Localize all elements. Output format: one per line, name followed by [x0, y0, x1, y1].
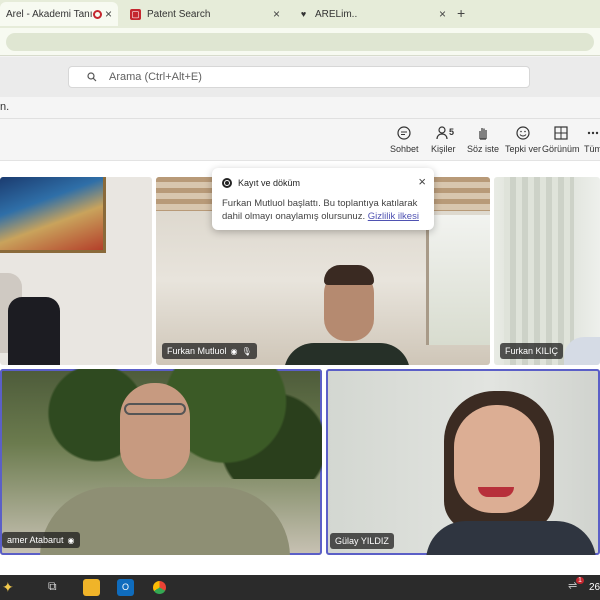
close-icon[interactable]: ×	[418, 174, 426, 189]
participant-name-tag: Gülay YILDIZ	[330, 533, 394, 549]
control-label: Görünüm	[542, 144, 580, 154]
meeting-controls: Sohbet 5 Kişiler Söz iste Tepki ver Görü…	[0, 119, 600, 161]
participant-name-tag: Furkan Mutluol ◉ 🎙︎	[162, 343, 257, 359]
painting	[0, 177, 106, 253]
outlook-icon[interactable]: O	[117, 579, 134, 596]
mic-off-icon: 🎙︎	[241, 346, 252, 356]
task-view-icon[interactable]: ⧉	[48, 579, 65, 596]
tab-arel-akademi[interactable]: Arel - Akademi Tanışma ×	[0, 2, 118, 26]
react-icon	[516, 126, 530, 140]
notification-badge: 1	[576, 577, 584, 584]
view-icon	[554, 126, 568, 140]
tab-title: Patent Search	[147, 8, 211, 20]
tab-close-icon[interactable]: ×	[105, 7, 112, 21]
view-button[interactable]: Görünüm	[542, 125, 580, 154]
person-hair	[324, 265, 374, 285]
control-label: Tepki ver	[505, 144, 542, 154]
recording-icon	[93, 9, 102, 19]
chrome-icon[interactable]	[151, 579, 168, 596]
video-tile-amer-atabarut[interactable]: amer Atabarut ◉	[0, 369, 322, 555]
browser-tab-strip: Arel - Akademi Tanışma × ▢ Patent Search…	[0, 0, 600, 28]
people-count: 5	[449, 127, 455, 137]
control-label: Kişiler	[431, 144, 456, 154]
tab-close-icon[interactable]: ×	[273, 7, 280, 21]
participant-name: Gülay YILDIZ	[335, 536, 389, 546]
popup-title: Kayıt ve döküm	[238, 178, 301, 188]
recording-notice-popup: Kayıt ve döküm × Furkan Mutluol başlattı…	[212, 168, 434, 230]
privacy-policy-link[interactable]: Gizlilik ilkesi	[368, 211, 419, 222]
participant-name: Furkan Mutluol	[167, 346, 227, 356]
curtain	[504, 177, 574, 365]
control-label: Sohbet	[390, 144, 419, 154]
tab-arelim[interactable]: ♥ ARELim.. ×	[292, 2, 452, 26]
meeting-title: n.	[0, 101, 10, 113]
glasses	[124, 403, 186, 415]
clock: 26	[589, 582, 600, 593]
participant-name-tag: amer Atabarut ◉	[2, 532, 80, 548]
video-tile-top-left[interactable]	[0, 177, 152, 365]
new-tab-button[interactable]: +	[457, 5, 465, 21]
person-smile	[478, 487, 514, 497]
windows-taskbar: ✦ ⧉ O ⇌ 1 26	[0, 575, 600, 600]
heart-favicon-icon: ♥	[300, 9, 307, 19]
address-bar[interactable]	[6, 33, 594, 51]
people-button[interactable]: 5 Kişiler	[431, 125, 456, 154]
more-button[interactable]: Tüm	[584, 125, 600, 154]
raise-hand-button[interactable]: Söz iste	[467, 125, 499, 154]
tab-close-icon[interactable]: ×	[439, 7, 446, 21]
patent-favicon-icon: ▢	[130, 8, 141, 20]
chat-button[interactable]: Sohbet	[390, 125, 419, 154]
person-body	[284, 343, 410, 365]
search-placeholder: Arama (Ctrl+Alt+E)	[109, 71, 202, 83]
tab-patent-search[interactable]: ▢ Patent Search ×	[124, 2, 286, 26]
person-body	[426, 521, 596, 555]
person-head	[120, 383, 190, 479]
copilot-sparkle-icon[interactable]: ✦	[2, 579, 19, 596]
record-icon	[222, 178, 232, 188]
react-button[interactable]: Tepki ver	[505, 125, 541, 154]
shield-icon: ◉	[230, 346, 238, 356]
participant-name: Furkan KILIÇ	[505, 346, 559, 356]
popup-body: Furkan Mutluol başlattı. Bu toplantıya k…	[222, 197, 427, 223]
shield-icon: ◉	[67, 535, 75, 545]
chat-icon	[397, 126, 411, 140]
popup-header: Kayıt ve döküm	[222, 178, 300, 188]
participant-name: amer Atabarut	[7, 535, 64, 545]
tab-title: Arel - Akademi Tanışma	[6, 8, 92, 20]
more-icon	[587, 131, 599, 135]
control-label: Söz iste	[467, 144, 500, 154]
meeting-title-bar: n.	[0, 97, 600, 119]
teams-title-bar: Arama (Ctrl+Alt+E)	[0, 57, 600, 97]
control-label: Tüm	[584, 144, 600, 154]
raise-hand-icon	[479, 128, 487, 140]
video-tile-furkan-kilic[interactable]: Furkan KILIÇ	[494, 177, 600, 365]
search-icon	[87, 72, 97, 82]
window	[426, 215, 490, 345]
participant-name-tag: Furkan KILIÇ	[500, 343, 564, 359]
tab-title: ARELim..	[315, 8, 358, 20]
chair-shape	[8, 297, 60, 365]
search-input[interactable]: Arama (Ctrl+Alt+E)	[68, 66, 530, 88]
video-tile-gulay-yildiz[interactable]: Gülay YILDIZ	[326, 369, 600, 555]
address-bar-area	[0, 28, 600, 56]
file-explorer-icon[interactable]	[83, 579, 100, 596]
